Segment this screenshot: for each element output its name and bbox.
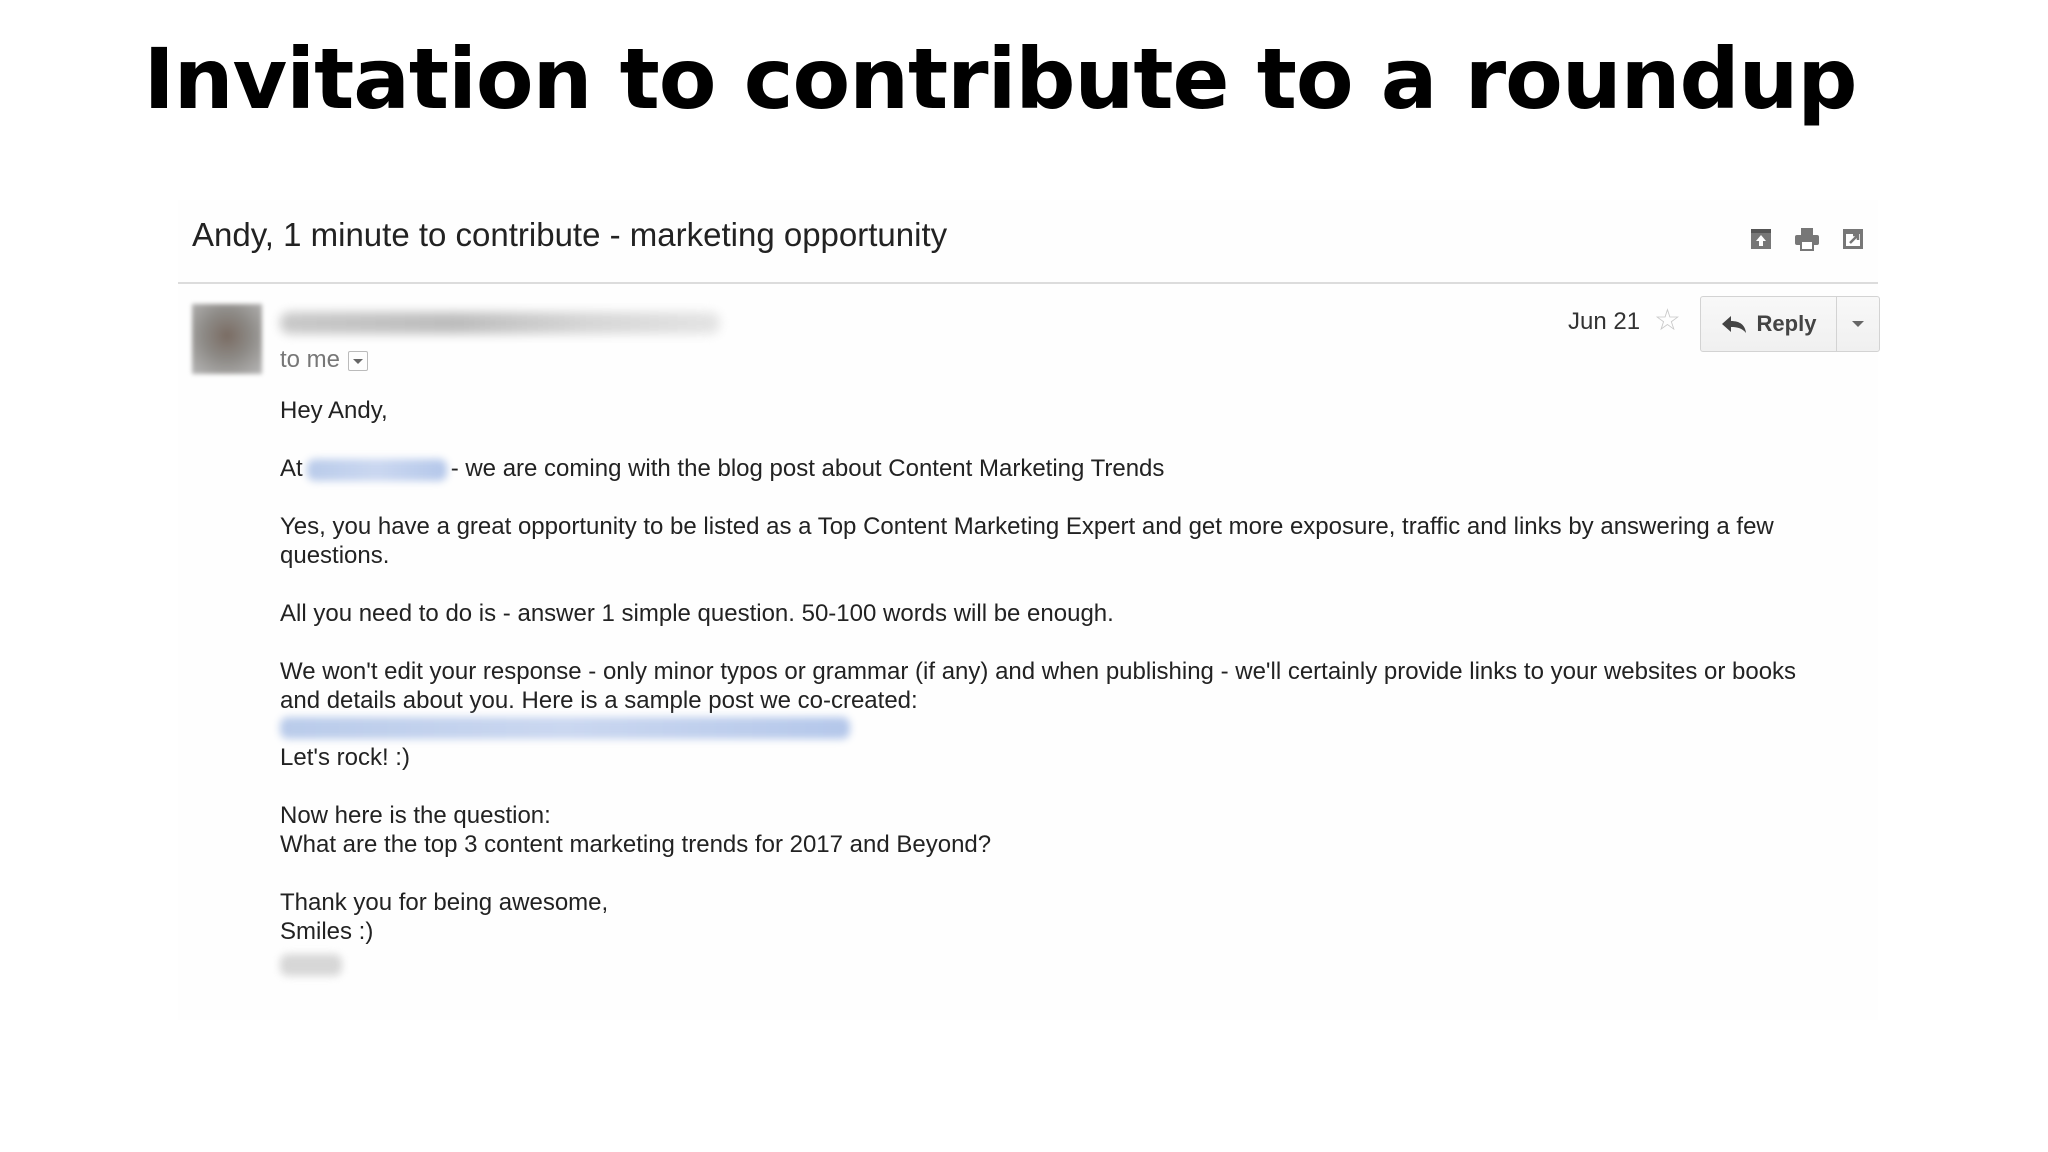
recipient-line: to me: [280, 346, 369, 374]
redacted-signature: [280, 954, 342, 976]
star-icon[interactable]: ☆: [1654, 303, 1681, 338]
reply-arrow-icon: [1721, 316, 1746, 333]
greeting: Hey Andy,: [280, 397, 388, 424]
intro-line: At - we are coming with the blog post abo…: [280, 454, 1840, 483]
recipient-label: to me: [280, 346, 341, 373]
redacted-sample-post-link[interactable]: [280, 717, 850, 739]
print-icon[interactable]: [1794, 226, 1820, 252]
instructions-paragraph: All you need to do is - answer 1 simple …: [280, 600, 1114, 627]
opportunity-paragraph: Yes, you have a great opportunity to be …: [280, 513, 1774, 569]
thanks-line: Thank you for being awesome,: [280, 889, 609, 916]
signoff-line: Smiles :): [280, 918, 374, 945]
editing-paragraph: We won't edit your response - only minor…: [280, 658, 1797, 714]
new-window-icon[interactable]: [1840, 226, 1866, 252]
sender-name-redacted: [280, 312, 720, 334]
reply-button[interactable]: Reply: [1701, 297, 1837, 351]
lets-rock-line: Let's rock! :): [280, 744, 410, 771]
reply-label: Reply: [1756, 311, 1817, 336]
sender-avatar: [192, 304, 262, 374]
question-intro: Now here is the question:: [280, 802, 551, 829]
reply-button-group: Reply: [1700, 296, 1880, 352]
email-screenshot: Andy, 1 minute to contribute - marketing…: [178, 200, 1880, 1020]
email-subject: Andy, 1 minute to contribute - marketing…: [192, 216, 948, 253]
recipient-details-dropdown[interactable]: [348, 351, 369, 371]
email-toolbar: [1748, 226, 1866, 252]
more-actions-dropdown[interactable]: [1837, 297, 1879, 351]
email-date: Jun 21: [1568, 308, 1641, 335]
intro-prefix: At: [280, 455, 303, 482]
redacted-link[interactable]: [306, 458, 447, 481]
slide-title: Invitation to contribute to a roundup: [143, 30, 1857, 128]
question-text: What are the top 3 content marketing tre…: [280, 831, 992, 858]
header-divider: [178, 282, 1878, 284]
email-body: Hey Andy, At - we are coming with the blo…: [280, 396, 1840, 976]
archive-icon[interactable]: [1748, 226, 1774, 252]
intro-rest: - we are coming with the blog post about…: [450, 455, 1165, 482]
